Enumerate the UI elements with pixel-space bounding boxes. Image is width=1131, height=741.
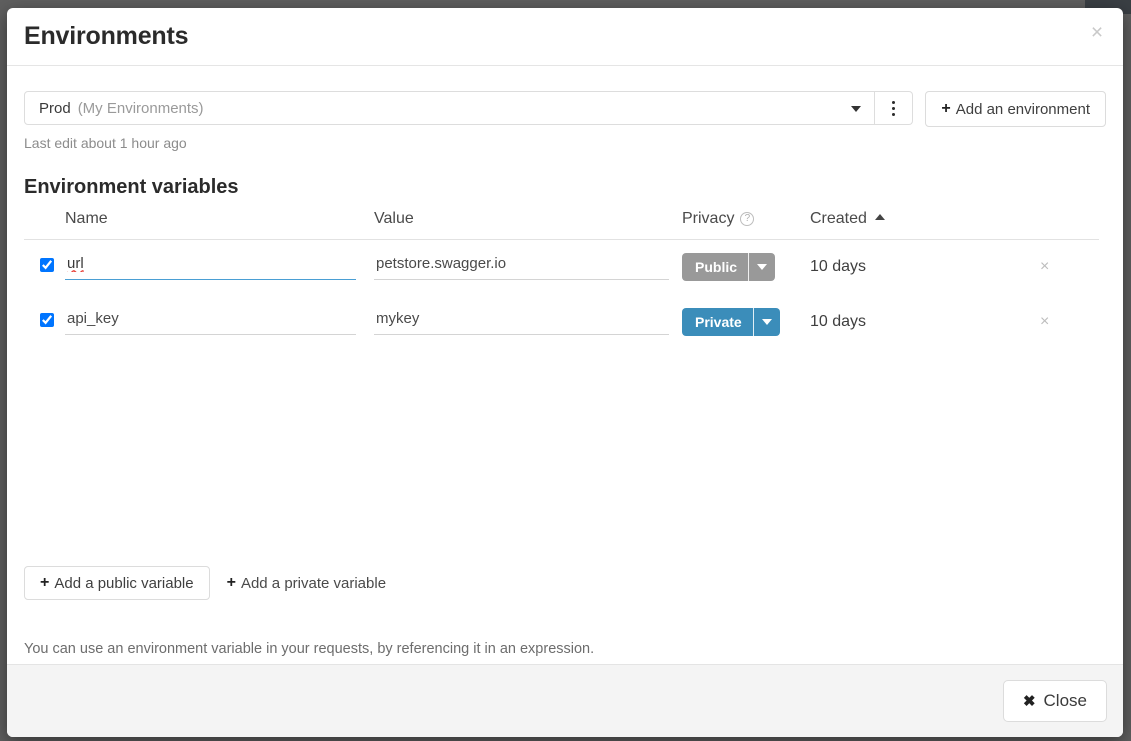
add-public-variable-label: Add a public variable	[54, 574, 194, 592]
page-title: Environments	[24, 22, 189, 50]
help-icon[interactable]: ?	[740, 212, 755, 226]
help-variable-name: host	[415, 663, 442, 664]
section-title-environment-variables: Environment variables	[24, 176, 239, 198]
environment-name: Prod	[39, 99, 71, 117]
row-created-cell: 10 days	[810, 258, 867, 276]
plus-icon: +	[941, 100, 951, 117]
dialog-footer: ✖ Close	[7, 664, 1123, 737]
delete-row-icon[interactable]: ×	[1040, 258, 1049, 276]
column-header-privacy[interactable]: Privacy?	[682, 210, 810, 240]
column-header-name[interactable]: Name	[65, 210, 374, 240]
help-line-2-prefix: For example, use	[24, 663, 140, 664]
vertical-dots-icon-dot	[892, 106, 896, 110]
row-delete-cell: ×	[1040, 295, 1099, 350]
close-icon: ✖	[1022, 693, 1036, 710]
variable-name-input[interactable]	[65, 309, 356, 335]
row-name-cell	[65, 240, 374, 295]
help-line-2-suffix: .	[442, 663, 446, 664]
privacy-badge-label: Private	[695, 314, 742, 330]
environment-group: (My Environments)	[77, 99, 204, 117]
dialog-header: Environments ×	[7, 8, 1123, 66]
row-checkbox[interactable]	[40, 257, 54, 272]
help-line-2: For example, use ${"host"} to reference …	[24, 660, 594, 664]
variable-name-input[interactable]	[65, 254, 356, 281]
chevron-down-icon[interactable]	[748, 253, 775, 282]
row-select-cell	[24, 295, 65, 350]
environment-kebab-menu-button[interactable]	[875, 91, 914, 125]
add-variable-buttons: + Add a public variable + Add a private …	[24, 566, 390, 600]
column-header-created[interactable]: Created	[810, 210, 1040, 240]
row-name-cell	[65, 295, 374, 350]
privacy-badge[interactable]: Private	[682, 308, 780, 336]
environment-selector-row: Prod (My Environments) + Add an environm…	[24, 91, 1106, 127]
add-public-variable-button[interactable]: + Add a public variable	[24, 566, 210, 600]
add-private-variable-button[interactable]: + Add a private variable	[223, 566, 390, 600]
environment-variables-table: Name Value Privacy? Created url petstore…	[24, 210, 1099, 350]
help-line-1: You can use an environment variable in y…	[24, 641, 595, 657]
vertical-dots-icon-dot	[892, 100, 896, 104]
table-row: Public 10 days ×	[24, 240, 1099, 295]
variable-value-input[interactable]	[374, 309, 669, 335]
chevron-down-icon[interactable]	[851, 106, 862, 112]
row-created-cell: 10 days	[810, 313, 867, 330]
privacy-badge-label: Public	[695, 259, 738, 276]
plus-icon: +	[40, 574, 50, 591]
row-delete-cell: ×	[1040, 240, 1099, 295]
row-value-cell	[374, 295, 682, 350]
column-header-privacy-label: Privacy	[682, 210, 735, 227]
add-an-environment-label: Add an environment	[955, 100, 1090, 118]
table-header-row: Name Value Privacy? Created	[24, 210, 1099, 240]
column-header-select	[24, 210, 65, 240]
help-line-2-middle: to reference the value of variable	[196, 663, 415, 664]
last-edit-text: Last edit about 1 hour ago	[24, 135, 187, 151]
column-header-delete	[1040, 210, 1099, 240]
help-code-expression: ${"host"}	[140, 663, 195, 664]
table-row: Private 10 days ×	[24, 295, 1099, 350]
row-checkbox[interactable]	[40, 312, 54, 327]
help-text-block: You can use an environment variable in y…	[24, 638, 594, 664]
close-button-label: Close	[1043, 691, 1087, 710]
environments-dialog: Environments × Prod (My Environments) + …	[7, 8, 1123, 737]
row-value-cell	[374, 240, 682, 295]
add-private-variable-label: Add a private variable	[240, 574, 387, 592]
column-header-created-label: Created	[810, 210, 867, 227]
vertical-dots-icon-dot	[892, 112, 896, 116]
close-button[interactable]: ✖ Close	[1002, 680, 1107, 722]
row-select-cell	[24, 240, 65, 295]
sort-ascending-icon[interactable]	[874, 214, 885, 220]
add-an-environment-button[interactable]: + Add an environment	[925, 91, 1106, 127]
row-privacy-cell: Private	[682, 295, 810, 350]
row-privacy-cell: Public	[682, 240, 810, 295]
plus-icon: +	[226, 574, 236, 591]
close-icon[interactable]: ×	[1085, 21, 1109, 45]
chevron-down-icon[interactable]	[752, 308, 780, 336]
delete-row-icon[interactable]: ×	[1040, 313, 1049, 331]
variable-value-input[interactable]	[374, 254, 669, 281]
column-header-value[interactable]: Value	[374, 210, 682, 240]
environment-select[interactable]: Prod (My Environments)	[24, 91, 876, 125]
dialog-body: Prod (My Environments) + Add an environm…	[7, 66, 1123, 664]
privacy-badge[interactable]: Public	[682, 253, 776, 282]
